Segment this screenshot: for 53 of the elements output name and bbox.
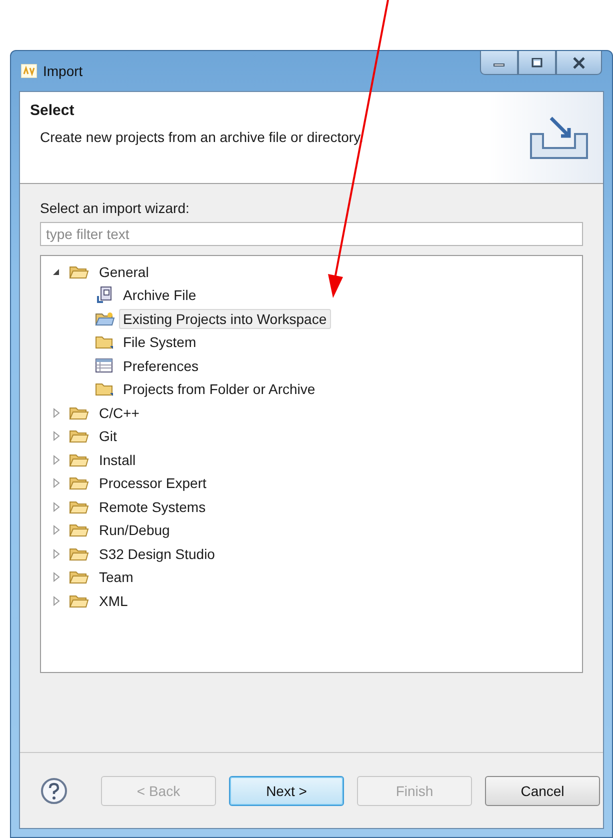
close-icon <box>572 56 586 68</box>
tree-item[interactable]: XML <box>95 590 132 611</box>
filter-field[interactable]: type filter text <box>40 222 583 246</box>
folder-icon <box>69 404 89 421</box>
folder-icon <box>69 592 89 609</box>
expand-arrow-icon[interactable] <box>51 478 61 488</box>
expand-arrow-icon[interactable] <box>51 596 61 606</box>
dialog-button[interactable]: Next > <box>229 776 344 806</box>
filter-label: Select an import wizard: <box>40 200 190 216</box>
tree-item[interactable]: Git <box>95 426 121 446</box>
tree-item[interactable]: Processor Expert <box>95 473 210 494</box>
folder-icon <box>69 428 89 444</box>
expand-arrow-icon[interactable] <box>51 572 61 582</box>
tree-item[interactable]: Archive File <box>119 285 200 306</box>
app-logo-icon <box>21 64 37 78</box>
expand-arrow-icon[interactable] <box>51 454 61 465</box>
window-title: Import <box>43 63 83 79</box>
tree-item[interactable]: Run/Debug <box>95 520 174 540</box>
folder-icon <box>95 381 115 398</box>
tree-item[interactable]: S32 Design Studio <box>95 544 219 564</box>
project-folder-icon <box>95 310 115 327</box>
expand-arrow-icon[interactable] <box>51 431 61 442</box>
tree-item[interactable]: General <box>95 262 153 282</box>
tree-item[interactable]: Install <box>95 450 140 470</box>
folder-icon <box>69 264 89 280</box>
minimize-button[interactable] <box>480 51 518 75</box>
expand-arrow-icon[interactable] <box>51 502 61 512</box>
tree-item[interactable]: Existing Projects into Workspace <box>119 308 331 329</box>
tree-item[interactable]: Team <box>95 567 138 588</box>
expand-arrow-icon[interactable] <box>51 408 61 418</box>
maximize-icon <box>531 58 543 68</box>
folder-icon <box>69 546 89 562</box>
page-title: Select <box>30 102 76 119</box>
dialog-button[interactable]: Cancel <box>485 776 600 806</box>
tree-item[interactable]: File System <box>119 332 200 352</box>
folder-icon <box>69 569 89 586</box>
folder-icon <box>95 334 115 350</box>
collapse-arrow-icon[interactable] <box>51 266 61 277</box>
tree-item[interactable]: C/C++ <box>95 402 144 423</box>
tree-item[interactable]: Preferences <box>119 356 202 376</box>
folder-icon <box>69 522 89 538</box>
folder-icon <box>69 498 89 515</box>
folder-icon <box>69 475 89 492</box>
import-tray-icon <box>527 114 591 162</box>
close-button[interactable] <box>556 51 602 75</box>
help-icon[interactable] <box>40 776 68 804</box>
folder-icon <box>69 452 89 468</box>
expand-arrow-icon[interactable] <box>51 525 61 536</box>
maximize-button[interactable] <box>518 51 556 75</box>
tree-item[interactable]: Remote Systems <box>95 496 210 517</box>
tree-item[interactable]: Projects from Folder or Archive <box>119 379 320 400</box>
preferences-table-icon <box>95 358 115 374</box>
expand-arrow-icon[interactable] <box>51 548 61 559</box>
